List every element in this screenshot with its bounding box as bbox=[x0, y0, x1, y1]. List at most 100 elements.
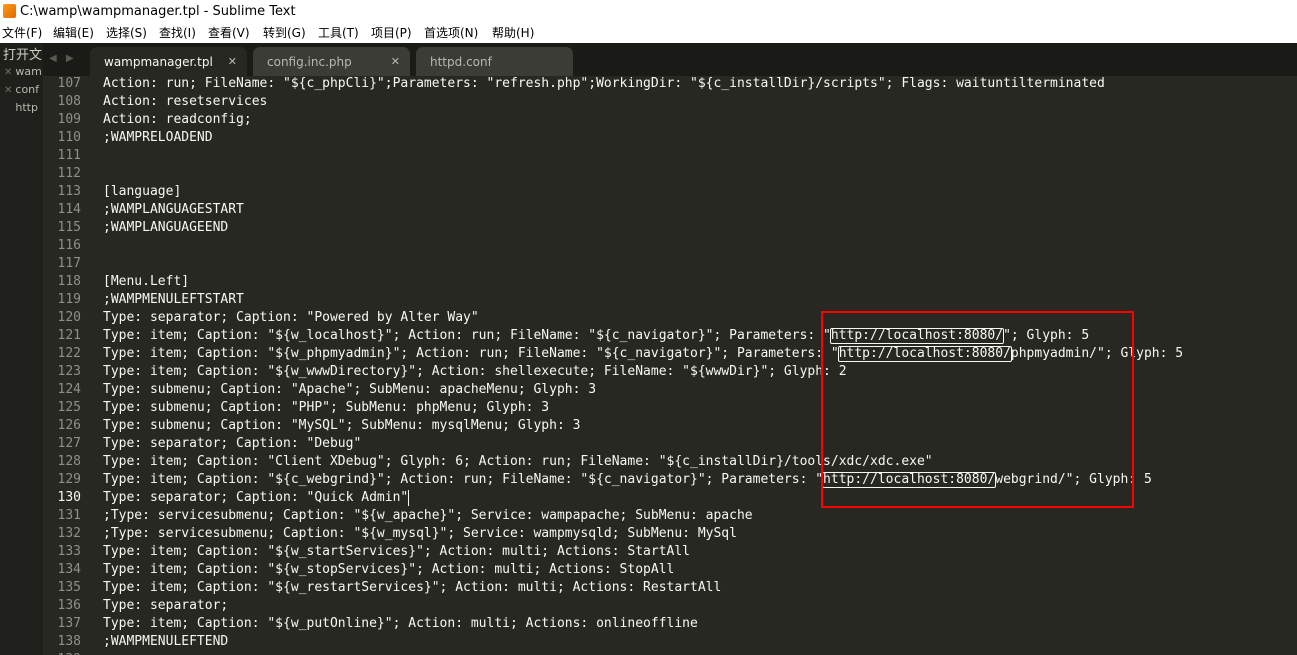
sublime-text-icon bbox=[3, 4, 16, 18]
code-text: ;Type: servicesubmenu; Caption: "${w_apa… bbox=[103, 508, 753, 523]
code-line[interactable]: 115 ;WAMPLANGUAGEEND bbox=[43, 219, 1297, 237]
menu-view[interactable]: 查看(V) bbox=[208, 23, 250, 43]
line-number: 120 bbox=[57, 310, 81, 325]
line-number: 112 bbox=[57, 166, 81, 181]
code-line[interactable]: 132 ;Type: servicesubmenu; Caption: "${w_… bbox=[43, 525, 1297, 543]
code-line[interactable]: 111 bbox=[43, 147, 1297, 165]
code-line[interactable]: 131 ;Type: servicesubmenu; Caption: "${w_… bbox=[43, 507, 1297, 525]
line-number: 135 bbox=[57, 580, 81, 595]
code-text: Type: item; Caption: "Client XDebug"; Gl… bbox=[103, 454, 933, 469]
tab-config[interactable]: config.inc.php ✕ bbox=[253, 47, 410, 76]
line-number: 114 bbox=[57, 202, 81, 217]
line-number: 129 bbox=[57, 472, 81, 487]
code-line[interactable]: 113 [language] bbox=[43, 183, 1297, 201]
code-text: Type: item; Caption: "${w_putOnline}"; A… bbox=[103, 616, 698, 631]
menu-selection[interactable]: 选择(S) bbox=[106, 23, 147, 43]
code-line[interactable]: 133 Type: item; Caption: "${w_startServic… bbox=[43, 543, 1297, 561]
code-line[interactable]: 107 Action: run; FileName: "${c_phpCli}";… bbox=[43, 76, 1297, 93]
line-number: 110 bbox=[57, 130, 81, 145]
line-number: 127 bbox=[57, 436, 81, 451]
menu-help[interactable]: 帮助(H) bbox=[492, 23, 534, 43]
code-text: ;Type: servicesubmenu; Caption: "${w_mys… bbox=[103, 526, 737, 541]
line-number: 109 bbox=[57, 112, 81, 127]
tab-bar: ◀ ▶ wampmanager.tpl ✕ config.inc.php ✕ h… bbox=[43, 43, 1297, 76]
code-text: Action: run; FileName: "${c_phpCli}";Par… bbox=[103, 76, 1105, 91]
code-text: Type: submenu; Caption: "MySQL"; SubMenu… bbox=[103, 418, 581, 433]
window-title: C:\wamp\wampmanager.tpl - Sublime Text bbox=[20, 4, 296, 19]
code-text: [Menu.Left] bbox=[103, 274, 190, 289]
line-number: 131 bbox=[57, 508, 81, 523]
code-text: Type: item; Caption: "${w_restartService… bbox=[103, 580, 722, 595]
menu-file[interactable]: 文件(F) bbox=[2, 23, 42, 43]
tab-wampmanager[interactable]: wampmanager.tpl ✕ bbox=[90, 47, 247, 76]
menu-find[interactable]: 查找(I) bbox=[159, 23, 196, 43]
code-text: Action: resetservices bbox=[103, 94, 268, 109]
close-icon[interactable]: ✕ bbox=[4, 67, 12, 78]
close-icon[interactable]: ✕ bbox=[4, 85, 12, 96]
title-bar: C:\wamp\wampmanager.tpl - Sublime Text bbox=[0, 0, 1297, 23]
code-text: Type: item; Caption: "${w_stopServices}"… bbox=[103, 562, 675, 577]
code-text: ;WAMPLANGUAGESTART bbox=[103, 202, 244, 217]
code-text: Type: separator; Caption: "Powered by Al… bbox=[103, 310, 479, 325]
line-number: 132 bbox=[57, 526, 81, 541]
menu-goto[interactable]: 转到(G) bbox=[263, 23, 306, 43]
sidebar-file-label: http bbox=[15, 101, 38, 114]
code-line[interactable]: 134 Type: item; Caption: "${w_stopService… bbox=[43, 561, 1297, 579]
line-number: 138 bbox=[57, 634, 81, 649]
line-number: 136 bbox=[57, 598, 81, 613]
code-line[interactable]: 118 [Menu.Left] bbox=[43, 273, 1297, 291]
code-text: Type: submenu; Caption: "PHP"; SubMenu: … bbox=[103, 400, 550, 415]
code-line[interactable]: 136 Type: separator; bbox=[43, 597, 1297, 615]
code-line[interactable]: 137 Type: item; Caption: "${w_putOnline}"… bbox=[43, 615, 1297, 633]
close-icon[interactable]: ✕ bbox=[228, 47, 237, 77]
code-line[interactable]: 135 Type: item; Caption: "${w_restartServ… bbox=[43, 579, 1297, 597]
code-line[interactable]: 110 ;WAMPRELOADEND bbox=[43, 129, 1297, 147]
menu-preferences[interactable]: 首选项(N) bbox=[424, 23, 478, 43]
code-line[interactable]: 138 ;WAMPMENULEFTEND bbox=[43, 633, 1297, 651]
code-line[interactable]: 108 Action: resetservices bbox=[43, 93, 1297, 111]
code-line[interactable]: 116 bbox=[43, 237, 1297, 255]
code-text: ;WAMPRELOADEND bbox=[103, 130, 213, 145]
sidebar-file-label: conf bbox=[15, 83, 40, 96]
code-text: [language] bbox=[103, 184, 182, 199]
sidebar-file-wampmanager[interactable]: ✕ wam bbox=[4, 63, 42, 81]
menu-edit[interactable]: 编辑(E) bbox=[53, 23, 94, 43]
code-text: Type: separator; bbox=[103, 598, 229, 613]
code-text: Type: item; Caption: "${w_startServices}… bbox=[103, 544, 690, 559]
line-number: 107 bbox=[57, 76, 81, 91]
line-number: 139 bbox=[43, 651, 81, 655]
code-line[interactable]: 109 Action: readconfig; bbox=[43, 111, 1297, 129]
line-number: 137 bbox=[57, 616, 81, 631]
menu-bar: 文件(F) 编辑(E) 选择(S) 查找(I) 查看(V) 转到(G) 工具(T… bbox=[0, 23, 1297, 43]
code-line[interactable]: 114 ;WAMPLANGUAGESTART bbox=[43, 201, 1297, 219]
line-number: 121 bbox=[57, 328, 81, 343]
tab-nav-arrows-icon[interactable]: ◀ ▶ bbox=[49, 53, 77, 64]
code-text: ;WAMPLANGUAGEEND bbox=[103, 220, 229, 235]
line-number: 108 bbox=[57, 94, 81, 109]
line-number: 130 bbox=[57, 490, 81, 505]
code-line[interactable]: 139 bbox=[43, 651, 1297, 655]
line-number: 115 bbox=[57, 220, 81, 235]
code-line[interactable]: 119 ;WAMPMENULEFTSTART bbox=[43, 291, 1297, 309]
line-number: 134 bbox=[57, 562, 81, 577]
line-number: 126 bbox=[57, 418, 81, 433]
line-number: 124 bbox=[57, 382, 81, 397]
menu-project[interactable]: 项目(P) bbox=[371, 23, 412, 43]
line-number: 128 bbox=[57, 454, 81, 469]
text-cursor bbox=[408, 490, 410, 506]
code-text: ;WAMPMENULEFTEND bbox=[103, 634, 229, 649]
tab-httpd[interactable]: httpd.conf bbox=[416, 47, 573, 76]
tab-label: httpd.conf bbox=[430, 55, 492, 69]
line-number: 119 bbox=[57, 292, 81, 307]
sidebar-file-config[interactable]: ✕ conf bbox=[4, 81, 39, 99]
code-text: Type: separator; Caption: "Debug" bbox=[103, 436, 362, 451]
line-number: 118 bbox=[57, 274, 81, 289]
line-number: 122 bbox=[57, 346, 81, 361]
menu-tools[interactable]: 工具(T) bbox=[318, 23, 359, 43]
open-files-header: 打开文 bbox=[3, 48, 43, 63]
tab-label: wampmanager.tpl bbox=[104, 55, 213, 69]
sidebar-file-httpd[interactable]: ✕http bbox=[4, 99, 38, 117]
close-icon[interactable]: ✕ bbox=[391, 47, 400, 77]
code-line[interactable]: 112 bbox=[43, 165, 1297, 183]
code-line[interactable]: 117 bbox=[43, 255, 1297, 273]
